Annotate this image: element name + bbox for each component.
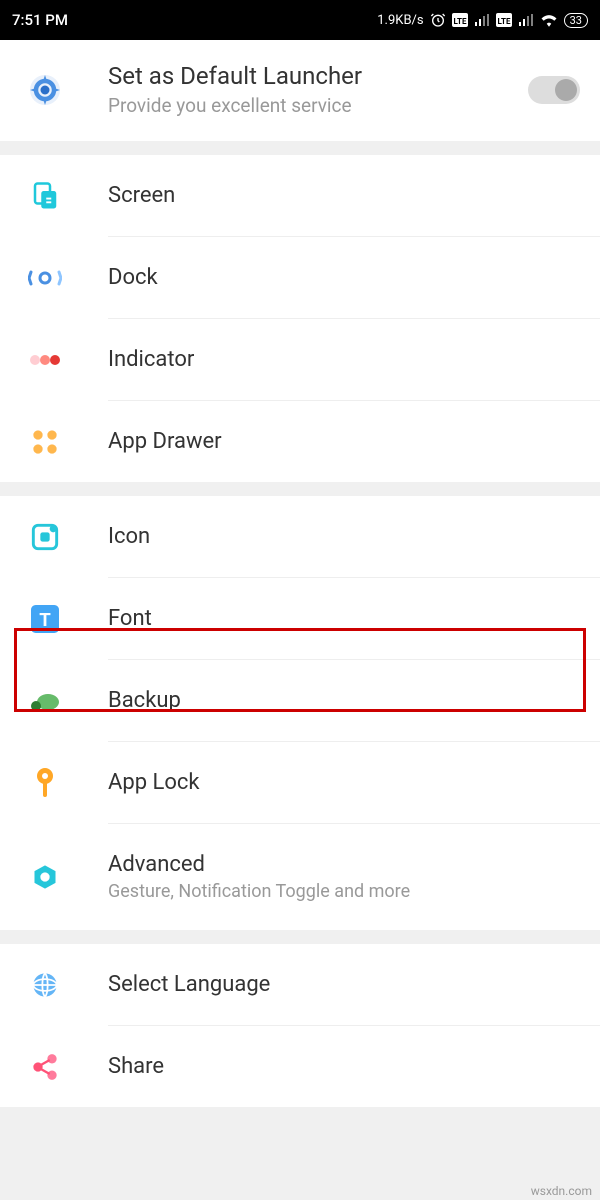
battery-indicator: 33	[564, 13, 588, 28]
row-label: Screen	[108, 183, 600, 208]
row-label: Share	[108, 1054, 600, 1079]
share-icon	[26, 1053, 64, 1081]
volte-icon-1: LTE	[452, 13, 468, 27]
row-label: Indicator	[108, 347, 600, 372]
settings-item-select-language[interactable]: Select Language	[0, 944, 600, 1026]
settings-item-app-lock[interactable]: App Lock	[0, 742, 600, 824]
data-rate-label: 1.9KB/s	[377, 13, 423, 28]
settings-item-backup[interactable]: Backup	[0, 660, 600, 742]
row-subtitle: Gesture, Notification Toggle and more	[108, 881, 600, 902]
group-3: Select Language Share	[0, 944, 600, 1107]
header-section: Set as Default Launcher Provide you exce…	[0, 40, 600, 141]
group-1: Screen Dock Indicator App Drawer	[0, 155, 600, 482]
signal-icon-2	[518, 13, 534, 27]
settings-item-app-drawer[interactable]: App Drawer	[0, 401, 600, 482]
dock-icon	[26, 269, 64, 287]
default-launcher-row[interactable]: Set as Default Launcher Provide you exce…	[0, 40, 600, 141]
signal-icon-1	[474, 13, 490, 27]
status-bar: 7:51 PM 1.9KB/s LTE LTE 33	[0, 0, 600, 40]
status-time: 7:51 PM	[12, 11, 68, 29]
settings-item-icon[interactable]: Icon	[0, 496, 600, 578]
screen-icon	[26, 181, 64, 211]
font-icon: T	[26, 605, 64, 633]
backup-icon	[26, 690, 64, 712]
svg-text:LTE: LTE	[453, 17, 466, 26]
settings-item-font[interactable]: T Font	[0, 578, 600, 660]
indicator-icon	[26, 351, 64, 369]
row-label: Icon	[108, 524, 600, 549]
advanced-icon	[26, 863, 64, 891]
settings-item-screen[interactable]: Screen	[0, 155, 600, 237]
gear-icon	[26, 72, 64, 108]
settings-item-share[interactable]: Share	[0, 1026, 600, 1107]
volte-icon-2: LTE	[496, 13, 512, 27]
header-title: Set as Default Launcher	[108, 62, 528, 90]
row-label: App Lock	[108, 770, 600, 795]
row-label: Backup	[108, 688, 600, 713]
settings-item-indicator[interactable]: Indicator	[0, 319, 600, 401]
icon-setting-icon	[26, 523, 64, 551]
svg-text:LTE: LTE	[497, 17, 510, 26]
group-2: Icon T Font Backup App Lock Advanced Ges…	[0, 496, 600, 930]
row-label: Advanced	[108, 852, 600, 877]
default-launcher-toggle[interactable]	[528, 76, 580, 104]
row-label: Dock	[108, 265, 600, 290]
globe-icon	[26, 971, 64, 999]
settings-item-advanced[interactable]: Advanced Gesture, Notification Toggle an…	[0, 824, 600, 930]
status-indicators: 1.9KB/s LTE LTE 33	[377, 12, 588, 28]
row-label: Select Language	[108, 972, 600, 997]
svg-text:T: T	[39, 609, 51, 631]
watermark: wsxdn.com	[531, 1184, 592, 1198]
row-label: App Drawer	[108, 429, 600, 454]
app-drawer-icon	[26, 428, 64, 456]
settings-item-dock[interactable]: Dock	[0, 237, 600, 319]
row-label: Font	[108, 606, 600, 631]
header-subtitle: Provide you excellent service	[108, 94, 528, 117]
lock-icon	[26, 767, 64, 799]
alarm-icon	[430, 12, 446, 28]
wifi-icon	[540, 13, 558, 27]
